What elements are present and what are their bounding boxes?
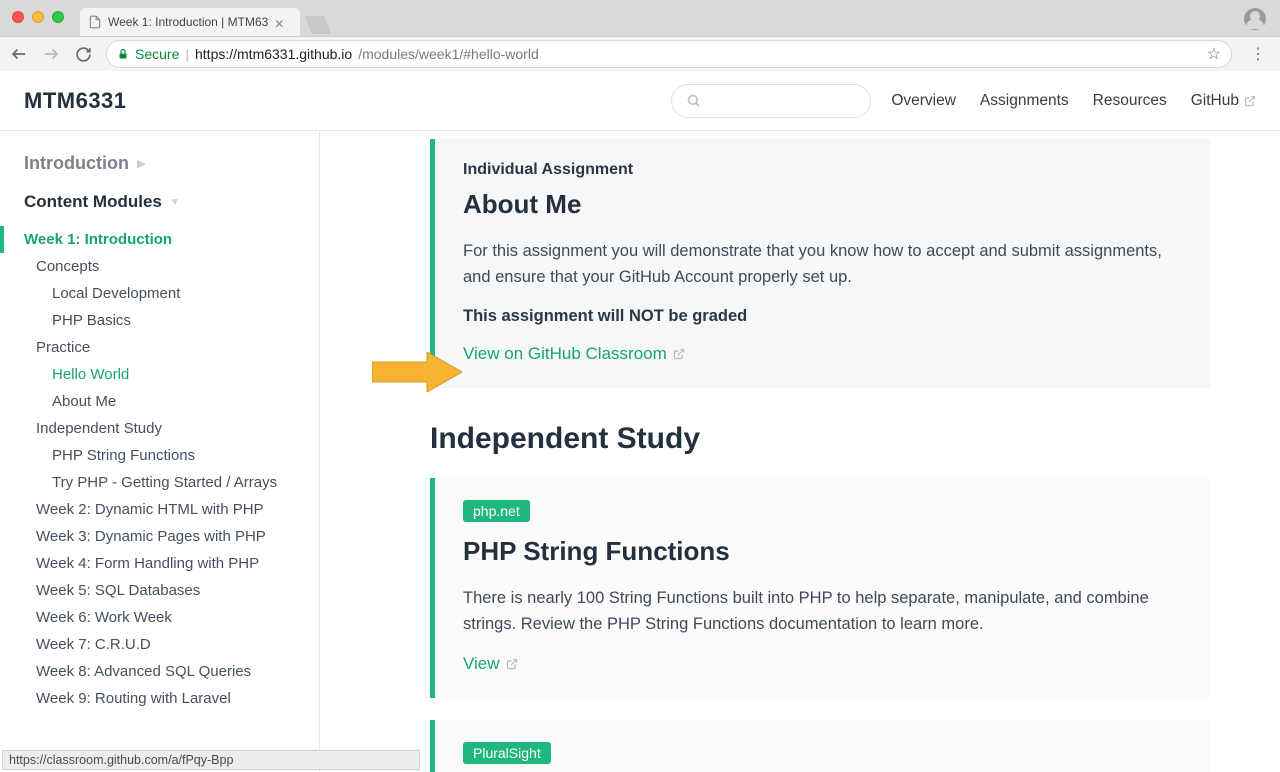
github-classroom-link[interactable]: View on GitHub Classroom	[463, 344, 685, 364]
page-icon	[88, 15, 102, 29]
nav-assignments[interactable]: Assignments	[980, 92, 1069, 110]
sidebar-group-practice[interactable]: Practice	[24, 334, 319, 361]
external-link-icon	[1244, 95, 1256, 107]
back-button[interactable]	[10, 45, 28, 63]
close-tab-icon[interactable]: ✕	[274, 17, 284, 27]
source-badge: php.net	[463, 500, 530, 522]
nav-resources[interactable]: Resources	[1093, 92, 1167, 110]
sidebar-group-independent[interactable]: Independent Study	[24, 415, 319, 442]
assignment-card: Individual Assignment About Me For this …	[430, 139, 1210, 388]
profile-icon[interactable]	[1244, 8, 1266, 30]
forward-button[interactable]	[42, 45, 60, 63]
chevron-right-icon: ▶	[137, 157, 145, 170]
bookmark-star-icon[interactable]: ☆	[1207, 44, 1221, 64]
close-window-icon[interactable]	[12, 11, 24, 23]
assignment-meta: Individual Assignment	[463, 161, 1182, 179]
site-title[interactable]: MTM6331	[24, 88, 127, 114]
study-title: PHP String Functions	[463, 536, 1182, 567]
maximize-window-icon[interactable]	[52, 11, 64, 23]
sidebar-week[interactable]: Week 7: C.R.U.D	[24, 631, 319, 658]
url-host: https://mtm6331.github.io	[195, 46, 352, 62]
sidebar-item[interactable]: Try PHP - Getting Started / Arrays	[24, 469, 319, 496]
main-content: Individual Assignment About Me For this …	[320, 131, 1280, 772]
study-card: PluralSight	[430, 720, 1210, 772]
search-input[interactable]	[671, 84, 871, 118]
sidebar-item[interactable]: PHP String Functions	[24, 442, 319, 469]
browser-chrome: Week 1: Introduction | MTM63 ✕ Secure | …	[0, 0, 1280, 71]
sidebar-item-active[interactable]: Hello World	[24, 361, 319, 388]
nav-overview[interactable]: Overview	[891, 92, 956, 110]
sidebar-week[interactable]: Week 8: Advanced SQL Queries	[24, 658, 319, 685]
assignment-title: About Me	[463, 189, 1182, 220]
status-bar: https://classroom.github.com/a/fPqy-Bpp	[2, 750, 420, 770]
sidebar-week[interactable]: Week 9: Routing with Laravel	[24, 685, 319, 712]
sidebar-week[interactable]: Week 2: Dynamic HTML with PHP	[24, 496, 319, 523]
sidebar-active-week[interactable]: Week 1: Introduction	[24, 226, 319, 253]
reload-button[interactable]	[74, 45, 92, 63]
secure-label: Secure	[135, 46, 179, 62]
sidebar-item[interactable]: PHP Basics	[24, 307, 319, 334]
source-badge: PluralSight	[463, 742, 551, 764]
new-tab-button[interactable]	[304, 16, 331, 34]
url-path: /modules/week1/#hello-world	[358, 46, 539, 62]
breadcrumb[interactable]: Introduction ▶	[24, 153, 319, 174]
study-body: There is nearly 100 String Functions bui…	[463, 585, 1182, 638]
sidebar-week[interactable]: Week 3: Dynamic Pages with PHP	[24, 523, 319, 550]
sidebar: Introduction ▶ Content Modules ▼ Week 1:…	[0, 131, 320, 772]
minimize-window-icon[interactable]	[32, 11, 44, 23]
study-card: php.net PHP String Functions There is ne…	[430, 478, 1210, 698]
sidebar-group-concepts[interactable]: Concepts	[24, 253, 319, 280]
address-bar[interactable]: Secure | https://mtm6331.github.io/modul…	[106, 40, 1232, 68]
sidebar-section-title[interactable]: Content Modules ▼	[24, 192, 319, 212]
lock-icon	[117, 48, 129, 60]
study-view-link[interactable]: View	[463, 654, 518, 674]
sidebar-week[interactable]: Week 4: Form Handling with PHP	[24, 550, 319, 577]
sidebar-week[interactable]: Week 6: Work Week	[24, 604, 319, 631]
site-header: MTM6331 Overview Assignments Resources G…	[0, 71, 1280, 131]
sidebar-week[interactable]: Week 5: SQL Databases	[24, 577, 319, 604]
assignment-body: For this assignment you will demonstrate…	[463, 238, 1182, 291]
chevron-down-icon: ▼	[170, 197, 180, 208]
section-heading: Independent Study	[430, 422, 1210, 456]
assignment-note: This assignment will NOT be graded	[463, 307, 1182, 326]
annotation-arrow-icon	[372, 352, 462, 392]
browser-menu-icon[interactable]: ⋮	[1246, 44, 1270, 64]
sidebar-item[interactable]: Local Development	[24, 280, 319, 307]
browser-tab[interactable]: Week 1: Introduction | MTM63 ✕	[80, 8, 300, 36]
search-icon	[686, 93, 701, 108]
external-link-icon	[673, 348, 685, 360]
tab-title: Week 1: Introduction | MTM63	[108, 15, 268, 29]
window-controls	[12, 11, 64, 23]
sidebar-item[interactable]: About Me	[24, 388, 319, 415]
external-link-icon	[506, 658, 518, 670]
nav-github[interactable]: GitHub	[1191, 92, 1256, 110]
